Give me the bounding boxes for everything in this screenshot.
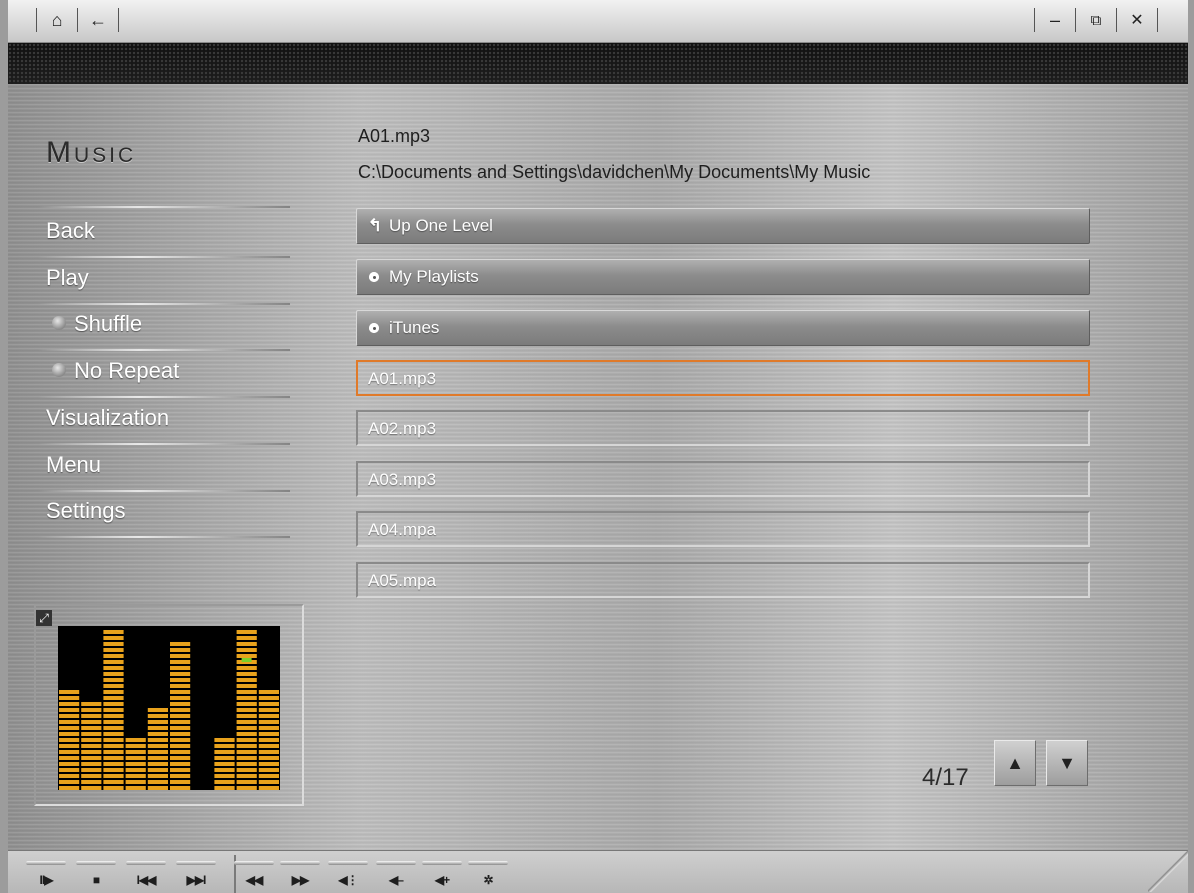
spectrum-bar	[170, 642, 191, 790]
separator	[118, 8, 119, 32]
list-item-label: Up One Level	[389, 216, 493, 235]
list-item-file[interactable]: A03.mp3	[356, 461, 1090, 497]
mute-icon: ◀⋮	[338, 873, 358, 887]
down-arrow-icon: ▼	[1058, 752, 1076, 773]
options-button[interactable]: ✲	[466, 851, 510, 891]
speaker-grille	[8, 43, 1188, 84]
current-folder-path: C:\Documents and Settings\davidchen\My D…	[358, 162, 871, 182]
list-item-label: A03.mp3	[368, 470, 437, 489]
menu-item-menu[interactable]: Menu	[38, 444, 290, 492]
spectrum-bar	[103, 630, 124, 790]
menu-item-back[interactable]: Back	[38, 210, 290, 258]
back-arrow-icon[interactable]: ←	[86, 8, 110, 32]
up-arrow-icon: ▲	[1006, 752, 1024, 773]
spectrum-bar	[214, 738, 235, 790]
page-title: Music	[46, 136, 137, 169]
radio-indicator-icon	[52, 363, 66, 378]
resize-grip-icon[interactable]	[1148, 850, 1188, 892]
stop-button[interactable]: ■	[74, 851, 118, 891]
disc-icon	[369, 322, 379, 333]
volume-down-button[interactable]: ◀–	[374, 851, 418, 891]
rewind-button[interactable]: ◀◀	[232, 851, 276, 891]
menu-item-label: Play	[46, 265, 89, 290]
close-icon[interactable]: ✕	[1125, 8, 1149, 32]
spectrum-bar	[236, 630, 257, 790]
page-counter: 4/17	[922, 764, 969, 791]
separator	[1034, 8, 1035, 32]
list-item-up-one-level[interactable]: ↰ Up One Level	[356, 208, 1090, 244]
list-item-label: A02.mp3	[368, 419, 437, 438]
list-item-label: My Playlists	[389, 267, 479, 286]
fast-forward-button[interactable]: ▶▶	[278, 851, 322, 891]
page-down-button[interactable]: ▼	[1046, 740, 1088, 786]
divider	[38, 206, 290, 208]
fast-forward-icon: ▶▶	[291, 873, 309, 887]
separator	[36, 8, 37, 32]
previous-button[interactable]: I◀◀	[124, 851, 168, 891]
menu-item-play[interactable]: Play	[38, 257, 290, 305]
page-up-button[interactable]: ▲	[994, 740, 1036, 786]
menu-item-label: Settings	[46, 498, 126, 523]
list-item-label: A01.mp3	[368, 369, 437, 388]
transport-bar: II▶ ■ I◀◀ ▶▶I ◀◀ ▶▶ ◀⋮ ◀– ◀+ ✲	[8, 850, 1188, 893]
next-icon: ▶▶I	[186, 873, 207, 887]
play-pause-button[interactable]: II▶	[24, 851, 68, 891]
menu-item-settings[interactable]: Settings	[38, 490, 290, 538]
disc-icon	[369, 271, 379, 282]
spectrum-bar	[258, 690, 279, 790]
volume-down-icon: ◀–	[389, 873, 404, 887]
title-bar: ⌂ ← – ⧉ ✕	[8, 0, 1188, 43]
volume-up-icon: ◀+	[434, 873, 450, 887]
up-level-icon: ↰	[367, 216, 383, 235]
spectrum-visualizer[interactable]	[58, 626, 280, 790]
menu-item-label: No Repeat	[74, 358, 180, 383]
list-item-file[interactable]: A02.mp3	[356, 410, 1090, 446]
list-item-folder[interactable]: My Playlists	[356, 259, 1090, 295]
volume-up-button[interactable]: ◀+	[420, 851, 464, 891]
menu-item-label: Menu	[46, 452, 102, 477]
list-item-folder[interactable]: iTunes	[356, 310, 1090, 346]
home-icon[interactable]: ⌂	[45, 8, 69, 32]
play-pause-icon: II▶	[39, 873, 54, 887]
radio-indicator-icon	[52, 316, 66, 331]
rewind-icon: ◀◀	[245, 873, 263, 887]
expand-icon[interactable]: ⤢	[36, 610, 52, 626]
list-item-label: A04.mpa	[368, 520, 437, 539]
separator	[1075, 8, 1076, 32]
options-icon: ✲	[483, 873, 493, 887]
spectrum-bar	[125, 738, 146, 790]
list-item-label: A05.mpa	[368, 571, 437, 590]
menu-item-repeat[interactable]: No Repeat	[38, 350, 290, 398]
spectrum-bar	[59, 690, 80, 790]
menu-item-visualization[interactable]: Visualization	[38, 397, 290, 445]
list-item-label: iTunes	[389, 318, 440, 337]
list-item-file[interactable]: A05.mpa	[356, 562, 1090, 598]
menu-item-label: Back	[46, 218, 95, 243]
next-button[interactable]: ▶▶I	[174, 851, 218, 891]
menu-item-label: Visualization	[46, 405, 170, 430]
separator	[77, 8, 78, 32]
peak-indicator	[241, 658, 252, 662]
menu-item-label: Shuffle	[74, 311, 143, 336]
separator	[1157, 8, 1158, 32]
spectrum-bar	[81, 702, 102, 790]
separator	[1116, 8, 1117, 32]
spectrum-bar	[147, 708, 168, 790]
mute-button[interactable]: ◀⋮	[326, 851, 370, 891]
restore-icon[interactable]: ⧉	[1084, 8, 1108, 32]
menu-item-shuffle[interactable]: Shuffle	[38, 303, 290, 351]
list-item-file[interactable]: A04.mpa	[356, 511, 1090, 547]
minimize-icon[interactable]: –	[1043, 8, 1067, 32]
stop-icon: ■	[92, 873, 100, 887]
list-item-file[interactable]: A01.mp3	[356, 360, 1090, 396]
current-file-name: A01.mp3	[358, 126, 431, 146]
previous-icon: I◀◀	[136, 873, 157, 887]
